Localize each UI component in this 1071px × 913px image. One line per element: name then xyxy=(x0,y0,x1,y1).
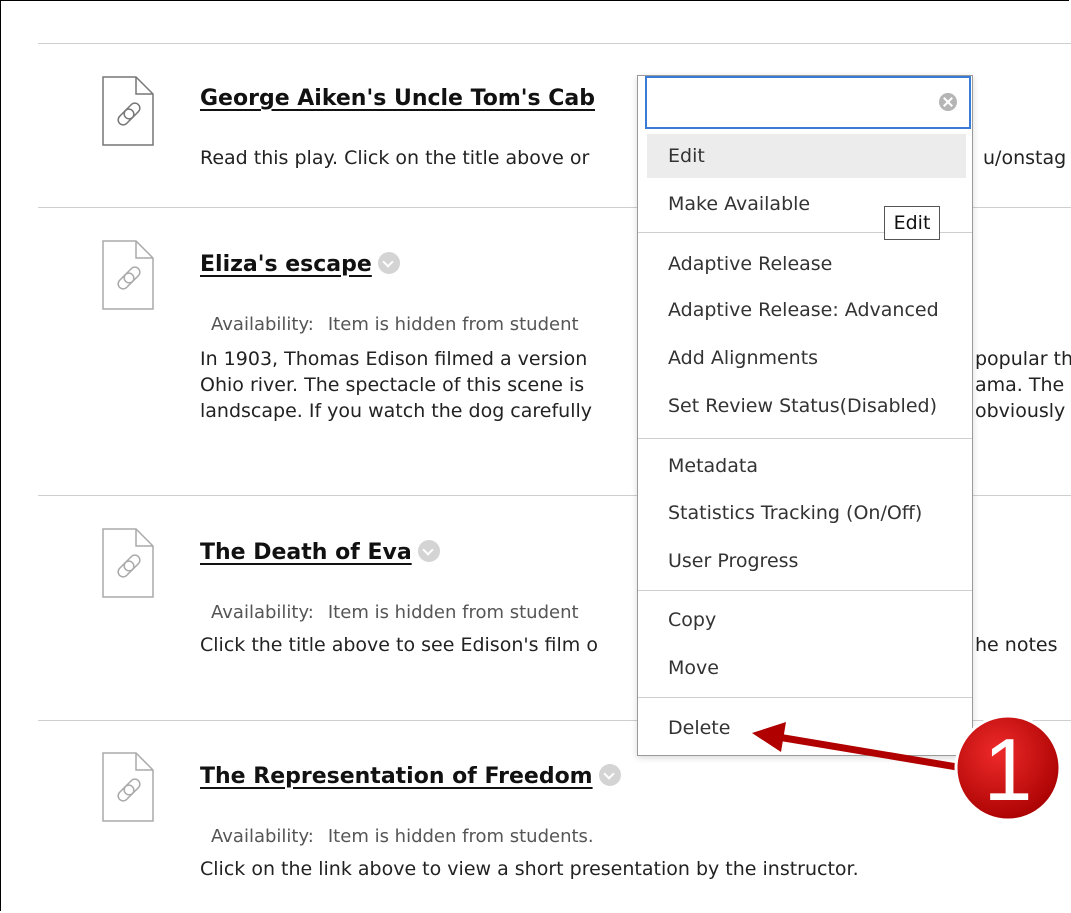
menu-item-edit[interactable]: Edit xyxy=(647,134,966,178)
item-title-link[interactable]: George Aiken's Uncle Tom's Cab xyxy=(200,86,595,111)
item-description-overflow: popular th xyxy=(975,348,1071,370)
availability-status: Availability: Item is hidden from student… xyxy=(211,826,594,847)
item-options-menu: Edit Make Available Adaptive Release Ada… xyxy=(637,75,973,756)
item-description-overflow: obviously xyxy=(975,400,1066,422)
menu-filter-field[interactable] xyxy=(645,76,971,129)
item-description-overflow: he notes xyxy=(975,634,1058,656)
item-description-overflow: u/onstag xyxy=(983,147,1067,169)
chevron-down-icon[interactable] xyxy=(598,764,621,786)
item-description: Click on the link above to view a short … xyxy=(200,858,859,880)
item-title-text[interactable]: Eliza's escape xyxy=(200,252,372,277)
menu-item-copy[interactable]: Copy xyxy=(647,598,966,642)
divider xyxy=(38,43,1071,44)
item-title-text[interactable]: The Death of Eva xyxy=(200,540,412,565)
item-description: Click the title above to see Edison's fi… xyxy=(200,634,598,656)
tooltip: Edit xyxy=(884,206,940,240)
clear-icon[interactable] xyxy=(939,93,957,111)
menu-item-adaptive-release[interactable]: Adaptive Release xyxy=(647,242,966,286)
chevron-down-icon[interactable] xyxy=(417,540,440,562)
menu-item-move[interactable]: Move xyxy=(647,646,966,690)
item-title-link[interactable]: Eliza's escape xyxy=(200,252,400,277)
menu-separator xyxy=(638,697,972,698)
menu-item-set-review-status[interactable]: Set Review Status(Disabled) xyxy=(647,384,966,428)
menu-item-adaptive-release-advanced[interactable]: Adaptive Release: Advanced xyxy=(647,288,966,332)
availability-label: Availability: xyxy=(211,826,314,847)
availability-value: Item is hidden from students. xyxy=(327,826,594,847)
link-document-icon[interactable] xyxy=(102,528,154,598)
menu-item-add-alignments[interactable]: Add Alignments xyxy=(647,336,966,380)
item-description: In 1903, Thomas Edison filmed a version xyxy=(200,348,588,370)
menu-separator xyxy=(638,438,972,439)
link-document-icon[interactable] xyxy=(102,240,154,310)
menu-item-user-progress[interactable]: User Progress xyxy=(647,539,966,583)
availability-label: Availability: xyxy=(211,314,314,335)
menu-item-delete[interactable]: Delete xyxy=(647,706,966,750)
availability-label: Availability: xyxy=(211,602,314,623)
availability-status: Availability: Item is hidden from student xyxy=(211,602,579,623)
item-title-text[interactable]: The Representation of Freedom xyxy=(200,764,593,789)
item-title-link[interactable]: The Death of Eva xyxy=(200,540,440,565)
menu-separator xyxy=(638,590,972,591)
link-document-icon[interactable] xyxy=(102,76,154,146)
availability-status: Availability: Item is hidden from student xyxy=(211,314,579,335)
menu-item-metadata[interactable]: Metadata xyxy=(647,444,966,488)
menu-filter-input[interactable] xyxy=(655,78,929,126)
item-description: landscape. If you watch the dog carefull… xyxy=(200,400,592,422)
item-description: Ohio river. The spectacle of this scene … xyxy=(200,374,585,396)
item-title-link[interactable]: The Representation of Freedom xyxy=(200,764,621,789)
link-document-icon[interactable] xyxy=(102,752,154,822)
chevron-down-icon[interactable] xyxy=(377,252,400,274)
item-description-overflow: ama. The xyxy=(975,374,1065,396)
availability-value: Item is hidden from student xyxy=(327,602,579,623)
availability-value: Item is hidden from student xyxy=(327,314,579,335)
item-description: Read this play. Click on the title above… xyxy=(200,147,590,169)
menu-item-statistics-tracking[interactable]: Statistics Tracking (On/Off) xyxy=(647,491,966,535)
